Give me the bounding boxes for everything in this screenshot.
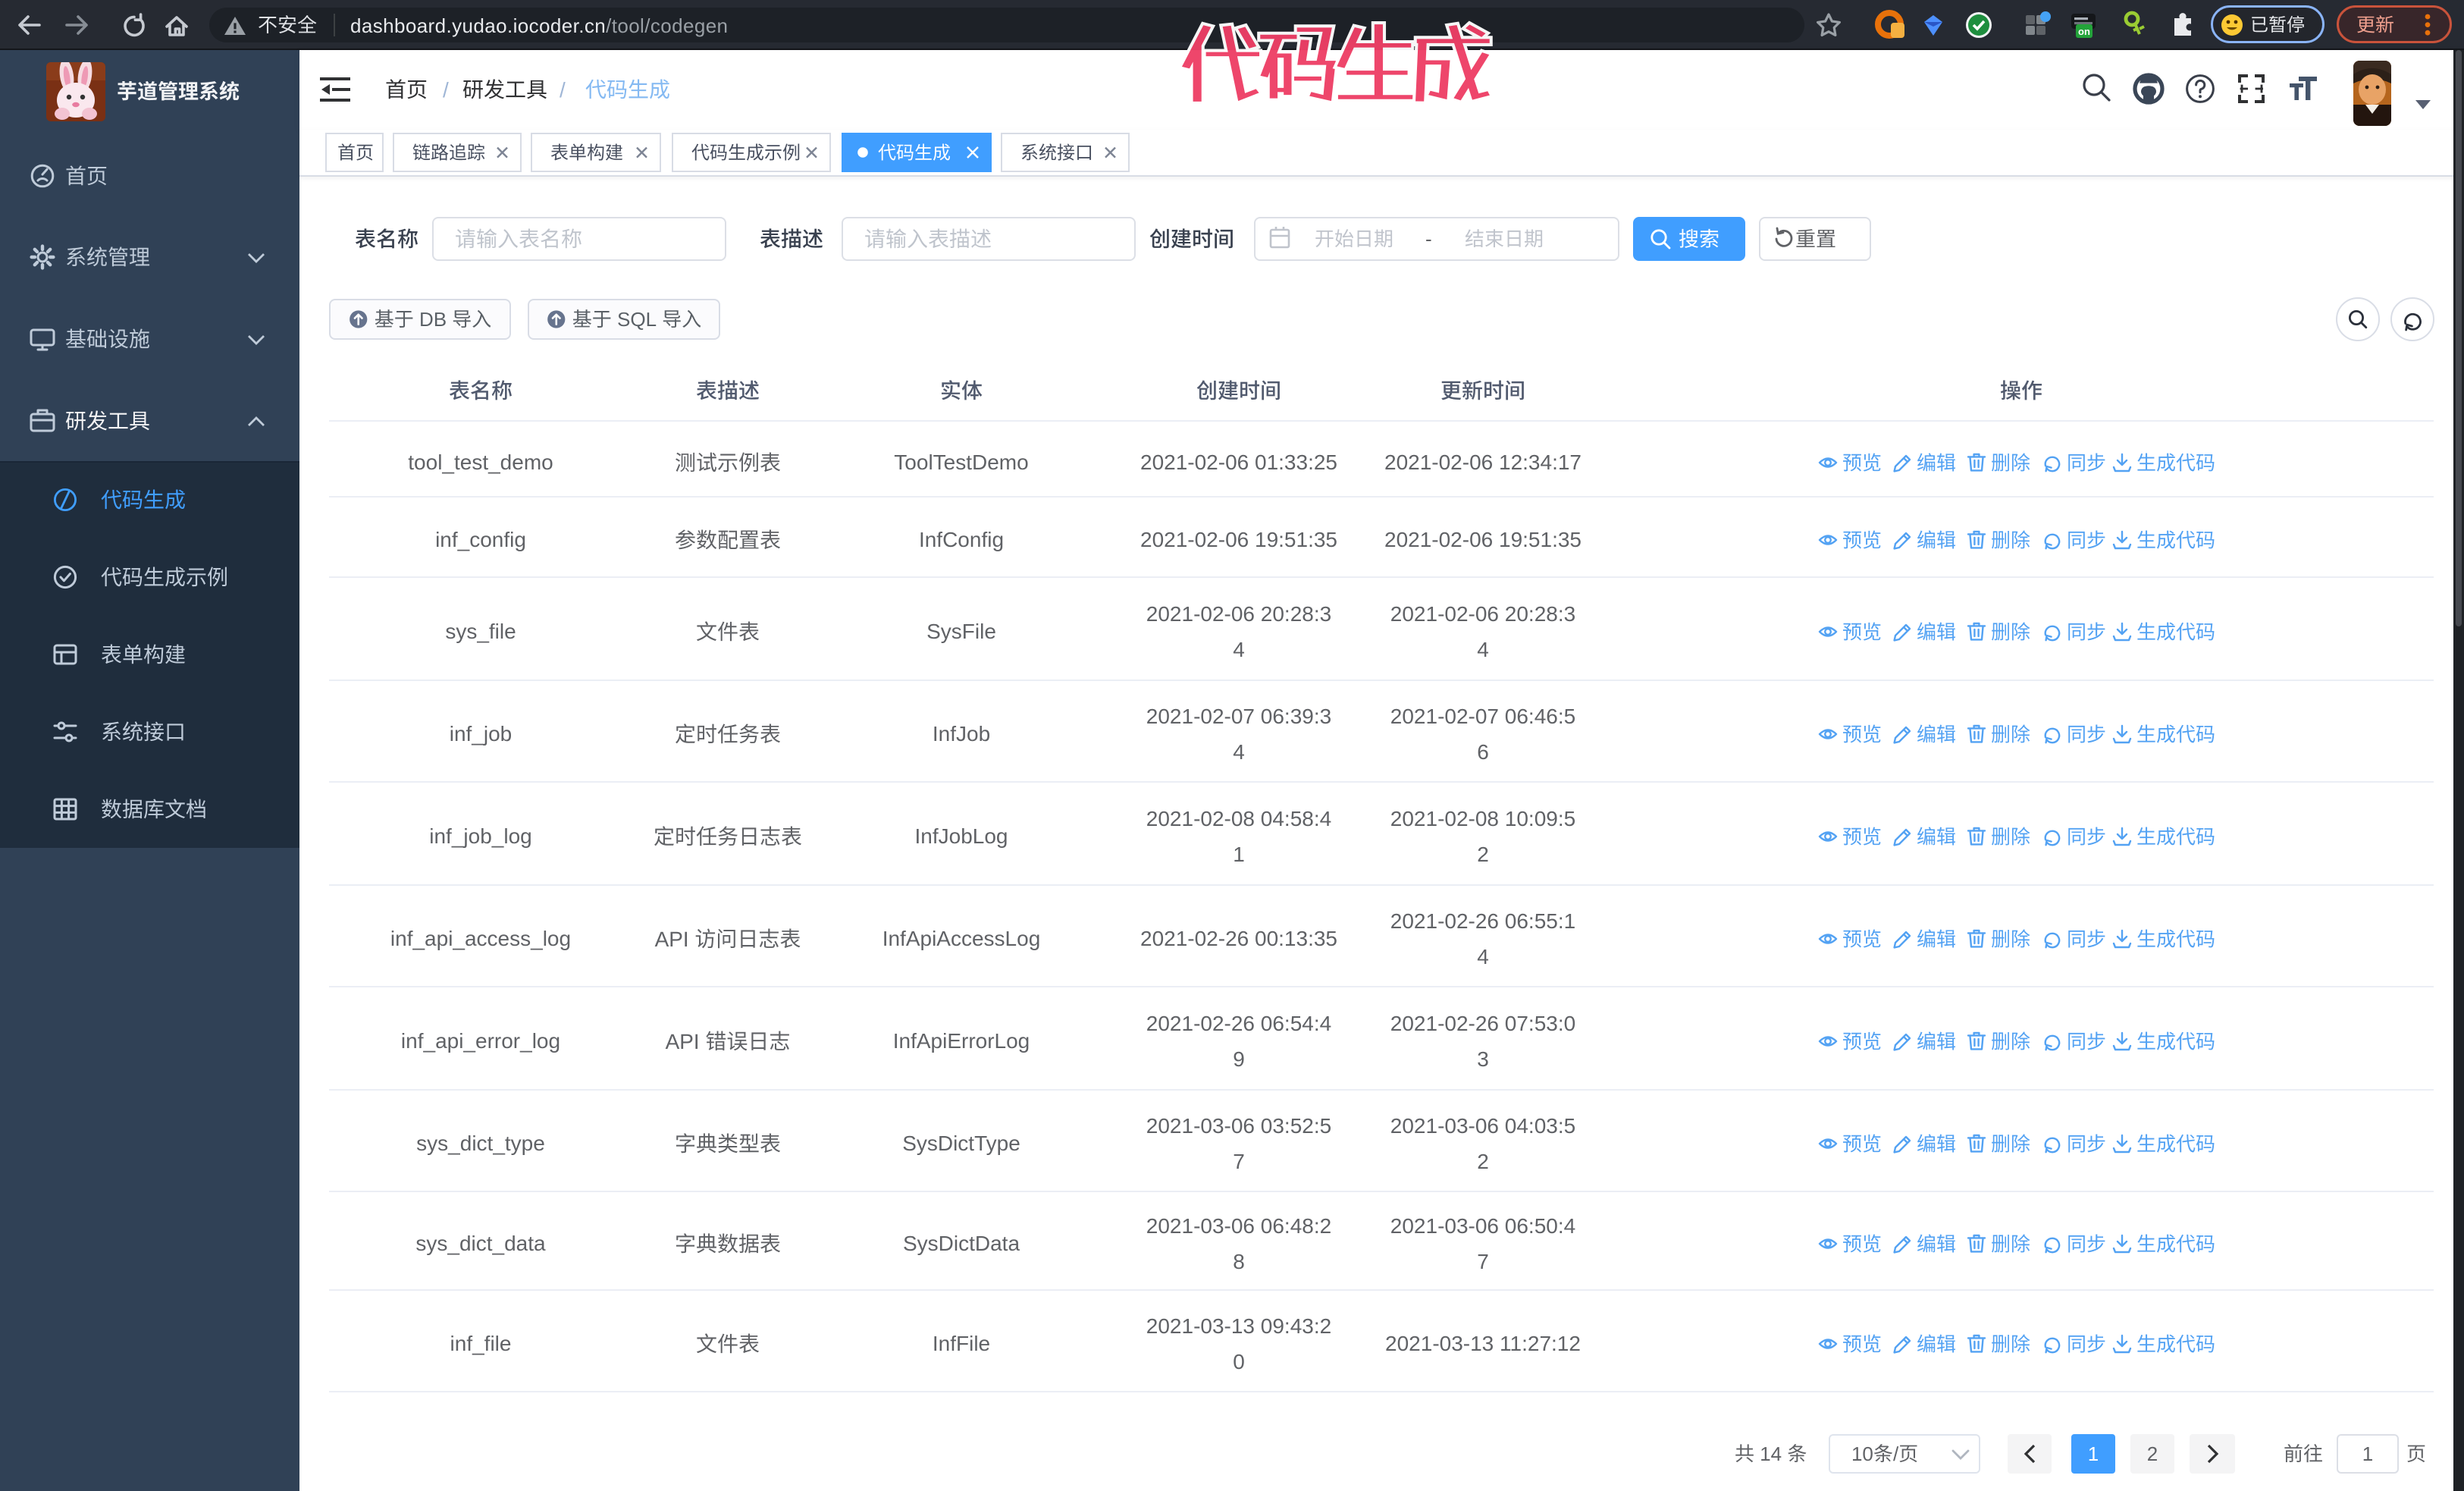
svg-text:/: / xyxy=(443,78,449,102)
svg-text:on: on xyxy=(2078,26,2090,37)
svg-text:/: / xyxy=(560,78,566,102)
svg-text:-: - xyxy=(1425,228,1432,250)
